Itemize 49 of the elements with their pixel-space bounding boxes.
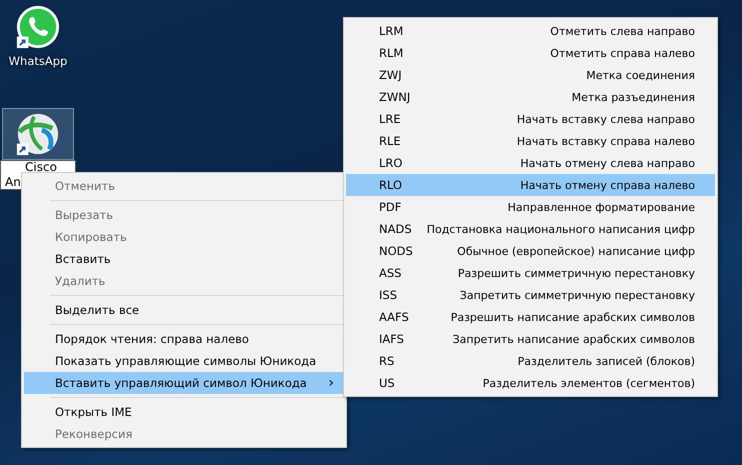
- menu-item-label: Показать управляющие символы Юникода: [55, 354, 318, 368]
- control-code: NODS: [379, 244, 413, 258]
- menu-item-label: Подстановка национального написания цифр: [426, 222, 695, 236]
- control-code: ASS: [379, 266, 402, 280]
- menu-item-label: Удалить: [55, 274, 106, 288]
- control-code: US: [379, 376, 395, 390]
- control-code: ZWJ: [379, 68, 402, 82]
- menu-item-label: Запретить написание арабских символов: [452, 332, 695, 346]
- menu-item-label: Метка соединения: [586, 68, 695, 82]
- control-code: RLM: [379, 46, 404, 60]
- menu-item-label: Разрешить симметричную перестановку: [458, 266, 695, 280]
- menu-item-label: Реконверсия: [55, 427, 134, 441]
- menu-item-label: Запретить симметричную перестановку: [460, 288, 695, 302]
- control-code: RLE: [379, 134, 401, 148]
- control-code: IAFS: [379, 332, 404, 346]
- field-text: Cisco: [25, 161, 57, 173]
- menu-item-label: Порядок чтения: справа налево: [55, 332, 250, 346]
- control-code: RLO: [379, 178, 402, 192]
- menu-item-label: Открыть IME: [55, 405, 133, 419]
- menu-item-label: Отметить слева направо: [550, 24, 695, 38]
- menu-item-label: Выделить все: [55, 303, 140, 317]
- control-code: LRO: [379, 156, 402, 170]
- menu-item-label: Вставить: [55, 252, 112, 266]
- menu-item-label: Начать вставку справа налево: [516, 134, 695, 148]
- menu-item-label: Разрешить написание арабских символов: [450, 310, 695, 324]
- menu-item-label: Метка разъединения: [572, 90, 695, 104]
- menu-item-label: Начать отмену слева направо: [520, 156, 695, 170]
- control-code: LRM: [379, 24, 404, 38]
- menu-item-label: Отметить справа налево: [550, 46, 695, 60]
- menu-item-label: Направленное форматирование: [508, 200, 695, 214]
- menu-item-label: Вставить управляющий символ Юникода: [55, 376, 308, 390]
- menu-item-label: Начать вставку слева направо: [516, 112, 695, 126]
- menu-item-label: Разделитель записей (блоков): [518, 354, 695, 368]
- control-code: LRE: [379, 112, 401, 126]
- control-code: AAFS: [379, 310, 409, 324]
- menu-item-label: Разделитель элементов (сегментов): [482, 376, 695, 390]
- icon-label: WhatsApp: [8, 54, 68, 68]
- menu-item-label: Начать отмену справа налево: [520, 178, 695, 192]
- menu-item-label: Вырезать: [55, 208, 114, 222]
- control-code: RS: [379, 354, 394, 368]
- submenu-arrow: ›: [328, 375, 334, 391]
- control-code: NADS: [379, 222, 412, 236]
- control-code: ISS: [379, 288, 397, 302]
- control-code: ZWNJ: [379, 90, 410, 104]
- field-text: An: [5, 175, 21, 189]
- menu-item-label: Обычное (европейское) написание цифр: [457, 244, 695, 258]
- menu-item-label: Копировать: [55, 230, 128, 244]
- control-code: PDF: [379, 200, 402, 214]
- menu-item-label: Отменить: [55, 179, 116, 193]
